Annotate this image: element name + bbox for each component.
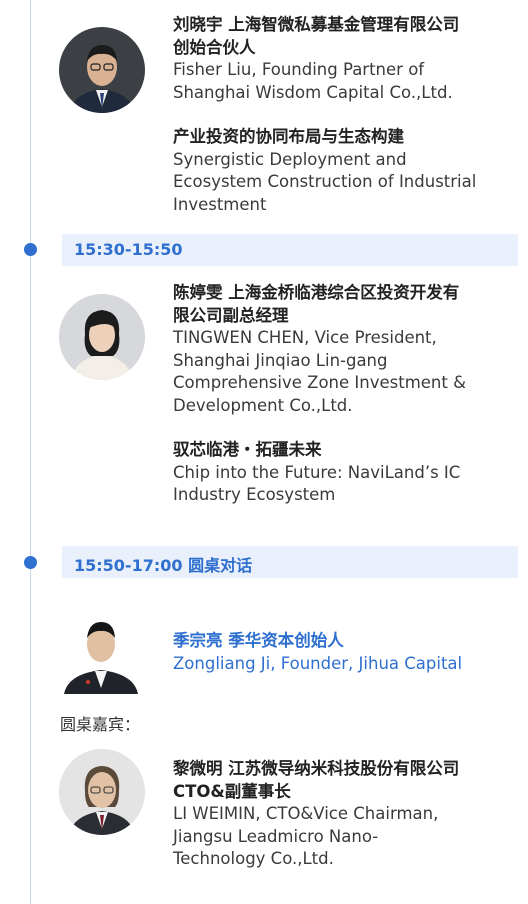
speaker-name-cn: 陈婷雯 上海金桥临港综合区投资开发有 bbox=[173, 283, 460, 302]
speaker-company-en: Comprehensive Zone Investment & bbox=[173, 373, 466, 392]
speaker-1-topic: 产业投资的协同布局与生态构建 Synergistic Deployment an… bbox=[173, 126, 523, 216]
topic-title-cn: 驭芯临港・拓疆未来 bbox=[173, 440, 322, 459]
guest-company-en: Jiangsu Leadmicro Nano- bbox=[173, 826, 379, 846]
speaker-2-info: 陈婷雯 上海金桥临港综合区投资开发有 限公司副总经理 TINGWEN CHEN,… bbox=[173, 282, 523, 417]
timeline-dot bbox=[24, 556, 37, 569]
guest-title-cn: CTO&副董事长 bbox=[173, 781, 291, 801]
speaker-photo-fisher-liu bbox=[59, 27, 145, 113]
guest-photo-li-weimin bbox=[59, 749, 145, 835]
roundtable-guests-label: 圆桌嘉宾： bbox=[60, 715, 141, 734]
time-slot-bar: 15:30-15:50 bbox=[62, 234, 518, 266]
time-slot: 15:30-15:50 bbox=[74, 240, 183, 259]
topic-title-cn: 产业投资的协同布局与生态构建 bbox=[173, 127, 404, 146]
speaker-2-topic: 驭芯临港・拓疆未来 Chip into the Future: NaviLand… bbox=[173, 439, 523, 507]
speaker-name-en: TINGWEN CHEN, Vice President, bbox=[173, 328, 437, 347]
time-slot-bar: 15:50-17:00 圆桌对话 bbox=[62, 546, 518, 578]
moderator-info: 季宗亮 季华资本创始人 Zongliang Ji, Founder, Jihua… bbox=[173, 630, 523, 675]
guest-name-cn: 黎微明 江苏微导纳米科技股份有限公司 bbox=[173, 759, 460, 778]
topic-title-en: Synergistic Deployment and bbox=[173, 149, 407, 169]
speaker-name-cn: 刘晓宇 上海智微私募基金管理有限公司 bbox=[173, 15, 460, 34]
moderator-name-en: Zongliang Ji, Founder, Jihua Capital bbox=[173, 653, 463, 673]
speaker-title-cn: 限公司副总经理 bbox=[173, 305, 289, 325]
topic-title-en: Industry Ecosystem bbox=[173, 485, 336, 504]
speaker-name-en: Fisher Liu, Founding Partner of bbox=[173, 60, 425, 79]
topic-title-en: Investment bbox=[173, 194, 267, 214]
speaker-title-cn: 创始合伙人 bbox=[173, 37, 256, 57]
guest-company-en: Technology Co.,Ltd. bbox=[173, 849, 334, 868]
speaker-company-en: Shanghai Wisdom Capital Co.,Ltd. bbox=[173, 82, 453, 102]
speaker-1-info: 刘晓宇 上海智微私募基金管理有限公司 创始合伙人 Fisher Liu, Fou… bbox=[173, 14, 523, 104]
topic-title-en: Ecosystem Construction of Industrial bbox=[173, 172, 477, 191]
time-slot: 15:50-17:00 圆桌对话 bbox=[74, 556, 253, 575]
speaker-photo-tingwen-chen bbox=[59, 294, 145, 380]
moderator-photo-zongliang-ji bbox=[62, 608, 140, 694]
speaker-company-en: Shanghai Jinqiao Lin-gang bbox=[173, 350, 388, 370]
topic-title-en: Chip into the Future: NaviLand’s IC bbox=[173, 462, 461, 482]
moderator-name-cn: 季宗亮 季华资本创始人 bbox=[173, 631, 344, 650]
guest-name-en: LI WEIMIN, CTO&Vice Chairman, bbox=[173, 804, 439, 823]
guest-1-info: 黎微明 江苏微导纳米科技股份有限公司 CTO&副董事长 LI WEIMIN, C… bbox=[173, 758, 523, 871]
timeline-dot bbox=[24, 243, 37, 256]
timeline-line bbox=[30, 0, 31, 904]
speaker-company-en: Development Co.,Ltd. bbox=[173, 395, 353, 415]
